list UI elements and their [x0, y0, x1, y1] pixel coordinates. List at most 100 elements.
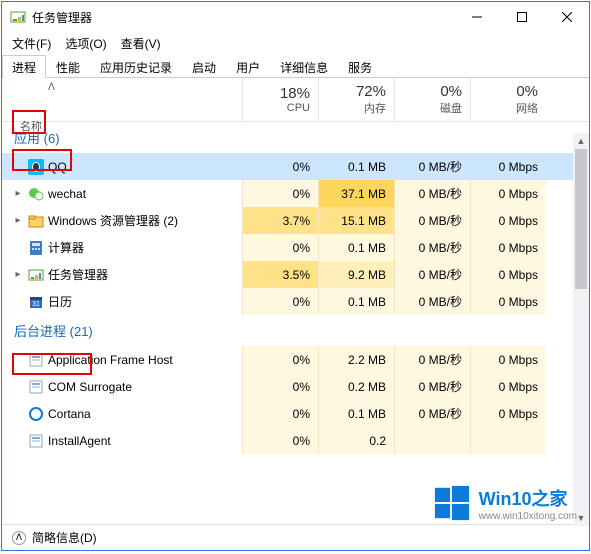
scroll-thumb[interactable]: [575, 149, 587, 289]
stat-cell: 9.2 MB: [318, 261, 394, 288]
expand-icon[interactable]: ▸: [12, 188, 24, 199]
table-row[interactable]: ▸wechat0%37.1 MB0 MB/秒0 Mbps: [2, 180, 589, 207]
stat-cell: 0%: [242, 153, 318, 180]
col-name[interactable]: ᐱ 名称: [2, 78, 242, 121]
stat-cell: 0%: [242, 288, 318, 315]
stat-cell: 0 MB/秒: [394, 400, 470, 427]
generic-icon: [28, 379, 44, 395]
minimize-button[interactable]: [454, 2, 499, 32]
stat-cell: 0 MB/秒: [394, 234, 470, 261]
menu-view[interactable]: 查看(V): [115, 33, 167, 54]
generic-icon: [28, 352, 44, 368]
group-background[interactable]: 后台进程 (21): [2, 315, 589, 346]
window-title: 任务管理器: [32, 9, 454, 26]
tab-startup[interactable]: 启动: [182, 55, 226, 78]
tab-performance[interactable]: 性能: [46, 55, 90, 78]
stat-cell: 0.2: [318, 427, 394, 454]
stat-cell: 0.1 MB: [318, 234, 394, 261]
stat-cell: 0 MB/秒: [394, 288, 470, 315]
table-row[interactable]: COM Surrogate0%0.2 MB0 MB/秒0 Mbps: [2, 373, 589, 400]
process-name: Cortana: [48, 407, 91, 421]
taskmgr-icon: [28, 267, 44, 283]
scroll-up-icon[interactable]: ▲: [573, 133, 589, 149]
stat-cell: 0 Mbps: [470, 180, 546, 207]
stat-cell: 0 MB/秒: [394, 207, 470, 234]
process-name: COM Surrogate: [48, 380, 132, 394]
col-cpu[interactable]: 18% CPU: [242, 78, 318, 121]
explorer-icon: [28, 213, 44, 229]
process-name: Windows 资源管理器 (2): [48, 212, 178, 229]
process-name: Application Frame Host: [48, 353, 173, 367]
stat-cell: [394, 427, 470, 454]
stat-cell: 0 MB/秒: [394, 373, 470, 400]
stat-cell: 0 Mbps: [470, 234, 546, 261]
stat-cell: 0 MB/秒: [394, 153, 470, 180]
stat-cell: 3.7%: [242, 207, 318, 234]
group-apps[interactable]: 应用 (6): [2, 122, 589, 153]
expand-icon[interactable]: ▸: [12, 269, 24, 280]
col-network[interactable]: 0% 网络: [470, 78, 546, 121]
tabbar: 进程 性能 应用历史记录 启动 用户 详细信息 服务: [2, 54, 589, 78]
stat-cell: 0 MB/秒: [394, 346, 470, 373]
table-row[interactable]: InstallAgent0%0.2: [2, 427, 589, 454]
stat-cell: 0 MB/秒: [394, 180, 470, 207]
fewer-details[interactable]: 简略信息(D): [32, 529, 97, 546]
table-row[interactable]: QQ0%0.1 MB0 MB/秒0 Mbps: [2, 153, 589, 180]
svg-text:31: 31: [32, 301, 40, 308]
cortana-icon: [28, 406, 44, 422]
tab-services[interactable]: 服务: [338, 55, 382, 78]
process-name: 任务管理器: [48, 266, 108, 283]
stat-cell: 0%: [242, 400, 318, 427]
process-name: InstallAgent: [48, 434, 111, 448]
close-button[interactable]: [544, 2, 589, 32]
tab-app-history[interactable]: 应用历史记录: [90, 55, 182, 78]
table-row[interactable]: ▸ Windows 资源管理器 (2) 3.7%15.1 MB0 MB/秒0 Mbp…: [2, 207, 589, 234]
menubar: 文件(F) 选项(O) 查看(V): [2, 32, 589, 54]
windows-logo-icon: [433, 484, 471, 522]
watermark: Win10之家 www.win10xitong.com: [433, 484, 577, 522]
stat-cell: 37.1 MB: [318, 180, 394, 207]
collapse-icon[interactable]: ᐱ: [12, 531, 26, 545]
app-icon: [10, 9, 26, 25]
stat-cell: 0 Mbps: [470, 261, 546, 288]
stat-cell: 0.1 MB: [318, 153, 394, 180]
scrollbar[interactable]: ▲ ▼: [573, 133, 589, 526]
stat-cell: 0 Mbps: [470, 207, 546, 234]
stat-cell: 0 Mbps: [470, 400, 546, 427]
col-memory[interactable]: 72% 内存: [318, 78, 394, 121]
stat-cell: 15.1 MB: [318, 207, 394, 234]
stat-cell: 0 MB/秒: [394, 261, 470, 288]
stat-cell: 0 Mbps: [470, 288, 546, 315]
tab-details[interactable]: 详细信息: [270, 55, 338, 78]
col-disk[interactable]: 0% 磁盘: [394, 78, 470, 121]
titlebar[interactable]: 任务管理器: [2, 2, 589, 32]
table-row[interactable]: ▸任务管理器3.5%9.2 MB0 MB/秒0 Mbps: [2, 261, 589, 288]
process-list[interactable]: 应用 (6) QQ0%0.1 MB0 MB/秒0 Mbps▸wechat0%37…: [2, 122, 589, 524]
stat-cell: 0 Mbps: [470, 346, 546, 373]
table-row[interactable]: 31日历0%0.1 MB0 MB/秒0 Mbps: [2, 288, 589, 315]
process-name: QQ: [48, 160, 67, 174]
menu-options[interactable]: 选项(O): [59, 33, 112, 54]
table-row[interactable]: 计算器 0%0.1 MB0 MB/秒0 Mbps: [2, 234, 589, 261]
stat-cell: 2.2 MB: [318, 346, 394, 373]
calc-icon: [28, 240, 44, 256]
process-name: wechat: [48, 187, 86, 201]
stat-cell: 0%: [242, 373, 318, 400]
wechat-icon: [28, 186, 44, 202]
maximize-button[interactable]: [499, 2, 544, 32]
menu-file[interactable]: 文件(F): [6, 33, 57, 54]
table-row[interactable]: Application Frame Host0%2.2 MB0 MB/秒0 Mb…: [2, 346, 589, 373]
qq-icon: [28, 159, 44, 175]
tab-users[interactable]: 用户: [226, 55, 270, 78]
expand-icon[interactable]: ▸: [12, 215, 24, 226]
column-headers: ᐱ 名称 18% CPU 72% 内存 0% 磁盘 0% 网络: [2, 78, 589, 122]
tab-processes[interactable]: 进程: [2, 55, 46, 78]
generic-icon: [28, 433, 44, 449]
col-name-label: 名称: [20, 118, 42, 134]
stat-cell: [470, 427, 546, 454]
table-row[interactable]: Cortana0%0.1 MB0 MB/秒0 Mbps: [2, 400, 589, 427]
stat-cell: 0.2 MB: [318, 373, 394, 400]
stat-cell: 0%: [242, 234, 318, 261]
process-name: 日历: [48, 293, 72, 310]
process-name: 计算器: [48, 239, 84, 256]
